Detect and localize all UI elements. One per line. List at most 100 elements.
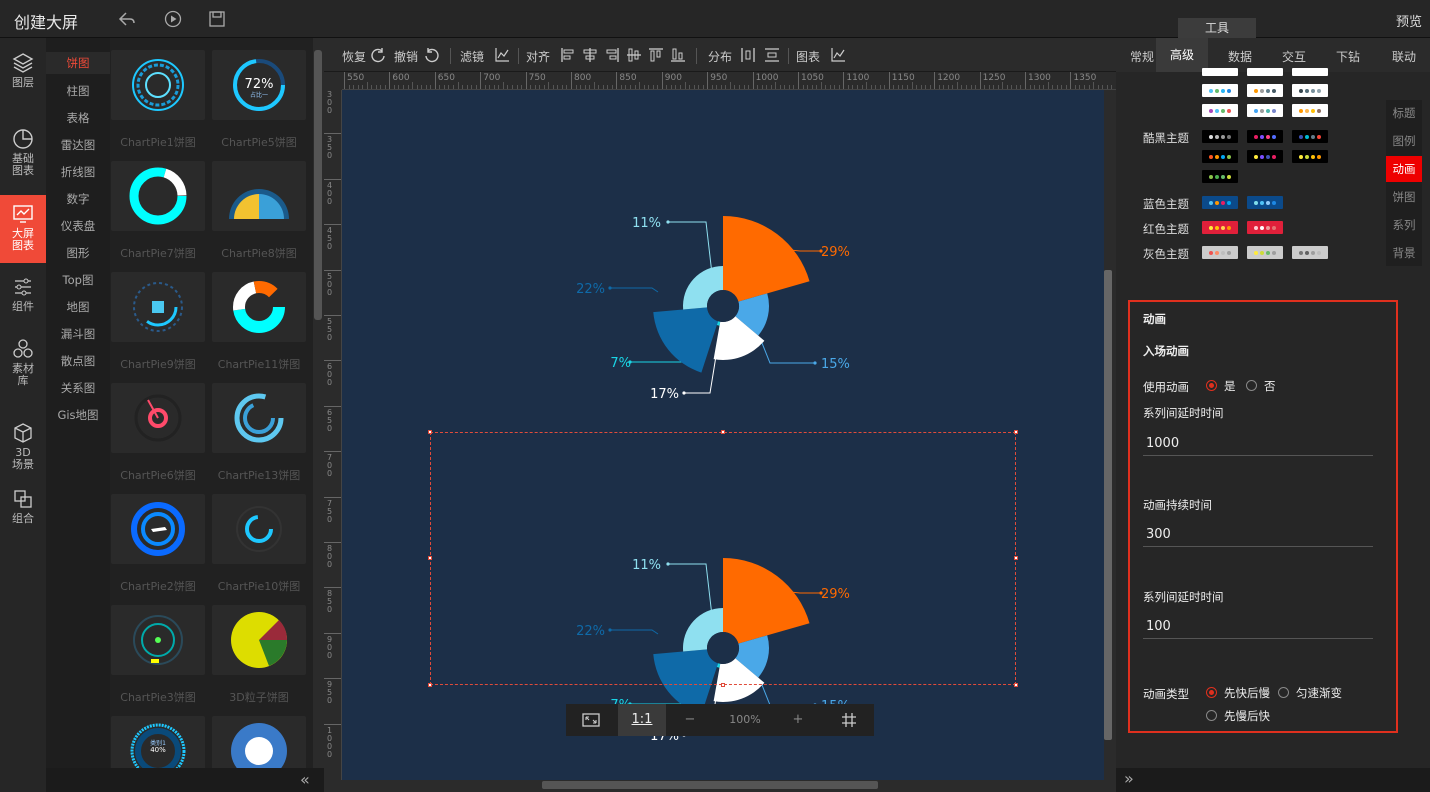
redo-icon[interactable] [370,47,386,63]
thumbnail-scrollbar[interactable] [314,50,322,320]
theme-swatch[interactable] [1292,68,1328,76]
redo-label[interactable]: 恢复 [342,48,366,65]
use-animation-yes-label[interactable]: 是 [1224,378,1236,394]
undo-label[interactable]: 撤销 [394,48,418,65]
chart-thumbnail[interactable]: 40% 类别1 [111,716,205,768]
resize-handle[interactable] [1014,556,1018,560]
distribute-v-icon[interactable] [764,47,780,63]
theme-swatch[interactable] [1202,170,1238,183]
category-item[interactable]: Gis地图 [46,404,110,426]
chart-thumbnail[interactable] [111,494,205,564]
preview-button[interactable]: 预览 [1396,11,1422,30]
distribute-h-icon[interactable] [740,47,756,63]
resize-handle[interactable] [1014,683,1018,687]
category-item[interactable]: 散点图 [46,350,110,372]
chart-thumbnail[interactable] [212,716,306,768]
theme-swatch[interactable] [1202,104,1238,117]
chart-thumbnail[interactable] [212,161,306,231]
chart-thumbnail[interactable] [212,605,306,675]
theme-swatch[interactable] [1247,150,1283,163]
chart-thumbnail[interactable] [111,50,205,120]
theme-swatch[interactable] [1292,130,1328,143]
rose-pie-chart-1[interactable]: 29% 15% 17% 7% 22% 11% [342,90,1104,435]
stage-vertical-scrollbar[interactable] [1104,270,1112,740]
theme-swatch[interactable] [1247,68,1283,76]
align-top-icon[interactable] [648,47,664,63]
theme-swatch[interactable] [1247,104,1283,117]
category-item[interactable]: Top图 [46,269,110,291]
type-fast-slow-radio[interactable] [1206,687,1217,698]
tab-0[interactable]: 常规 [1130,48,1154,65]
side-tab-2[interactable]: 动画 [1386,156,1422,182]
side-tab-3[interactable]: 饼图 [1386,184,1422,210]
theme-swatch[interactable] [1247,196,1283,209]
chart-thumbnail[interactable] [212,272,306,342]
pie-slice[interactable] [653,307,719,373]
series-delay-input[interactable]: 1000 [1143,432,1373,456]
zoom-out-button[interactable]: − [670,704,710,736]
resize-handle[interactable] [721,430,725,434]
type-slow-fast-radio[interactable] [1206,710,1217,721]
tools-tab[interactable]: 工具 [1178,18,1256,38]
chart-thumbnail[interactable]: 72% 占比一 [212,50,306,120]
align-right-icon[interactable] [604,47,620,63]
side-tab-4[interactable]: 系列 [1386,212,1422,238]
type-linear-radio[interactable] [1278,687,1289,698]
resize-handle[interactable] [721,683,725,687]
category-item[interactable]: 饼图 [46,52,110,74]
type-slow-fast-label[interactable]: 先慢后快 [1224,708,1270,724]
nav-layers[interactable]: 图层 [0,52,46,102]
theme-swatch[interactable] [1292,150,1328,163]
duration-input[interactable]: 300 [1143,523,1373,547]
theme-swatch[interactable] [1202,196,1238,209]
category-item[interactable]: 图形 [46,242,110,264]
align-center-v-icon[interactable] [626,47,642,63]
type-fast-slow-label[interactable]: 先快后慢 [1224,685,1270,701]
theme-swatch[interactable] [1202,84,1238,97]
align-bottom-icon[interactable] [670,47,686,63]
theme-swatch[interactable] [1247,84,1283,97]
stage-horizontal-scrollbar[interactable] [542,781,878,789]
category-item[interactable]: 地图 [46,296,110,318]
theme-swatch[interactable] [1202,130,1238,143]
theme-swatch[interactable] [1247,246,1283,259]
theme-swatch[interactable] [1202,150,1238,163]
nav-3d-scene[interactable]: 3D 场景 [0,422,46,478]
collapse-right-icon[interactable]: » [1124,769,1134,788]
theme-swatch[interactable] [1292,246,1328,259]
theme-swatch[interactable] [1202,246,1238,259]
use-animation-no-radio[interactable] [1246,380,1257,391]
type-linear-label[interactable]: 匀速渐变 [1296,685,1342,701]
tab-4[interactable]: 下钻 [1336,48,1360,65]
use-animation-no-label[interactable]: 否 [1264,378,1276,394]
back-icon[interactable] [118,10,136,28]
grid-toggle-icon[interactable] [824,704,874,736]
chart-thumbnail[interactable] [212,494,306,564]
selection-box[interactable] [428,430,1018,687]
chart-thumbnail[interactable] [111,383,205,453]
fit-screen-icon[interactable] [566,704,616,736]
category-item[interactable]: 柱图 [46,80,110,102]
play-icon[interactable] [164,10,182,28]
resize-handle[interactable] [428,430,432,434]
save-icon[interactable] [208,10,226,28]
filter-label[interactable]: 滤镜 [460,48,484,65]
chart-thumbnail[interactable] [212,383,306,453]
tab-1[interactable]: 高级 [1156,38,1209,72]
category-item[interactable]: 漏斗图 [46,323,110,345]
theme-swatch[interactable] [1292,104,1328,117]
resize-handle[interactable] [1014,430,1018,434]
tab-2[interactable]: 数据 [1228,48,1252,65]
chart-label[interactable]: 图表 [796,48,820,65]
series-delay-2-input[interactable]: 100 [1143,615,1373,639]
resize-handle[interactable] [428,683,432,687]
chart-thumbnail[interactable] [111,272,205,342]
undo-icon[interactable] [424,47,440,63]
theme-swatch[interactable] [1247,130,1283,143]
tab-5[interactable]: 联动 [1392,48,1416,65]
nav-basic-charts[interactable]: 基础 图表 [0,128,46,188]
use-animation-yes-radio[interactable] [1206,380,1217,391]
chart-thumbnail[interactable] [111,605,205,675]
category-item[interactable]: 表格 [46,107,110,129]
category-item[interactable]: 折线图 [46,161,110,183]
